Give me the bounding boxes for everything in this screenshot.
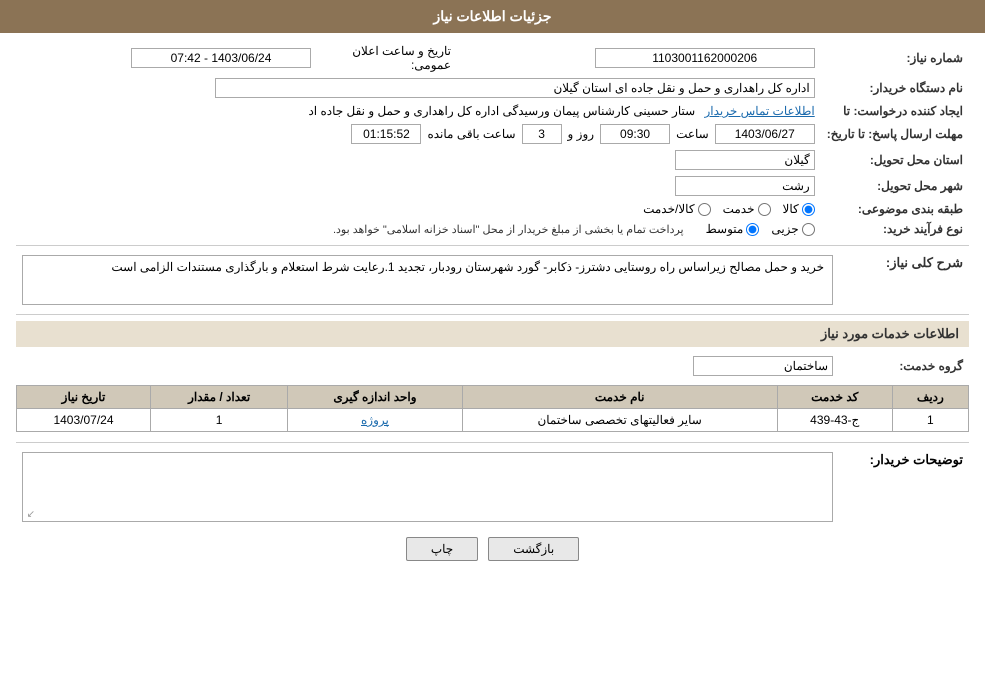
services-section-title: اطلاعات خدمات مورد نیاز [16, 321, 969, 347]
province-input [675, 150, 815, 170]
purchase-medium-label[interactable]: متوسط [706, 222, 760, 236]
city-input [675, 176, 815, 196]
announce-label: تاریخ و ساعت اعلان عمومی: [317, 41, 457, 75]
col-date: تاریخ نیاز [17, 386, 151, 409]
cell-name: سایر فعالیتهای تخصصی ساختمان [462, 409, 777, 432]
purchase-note: پرداخت تمام یا بخشی از مبلغ خریدار از مح… [333, 223, 684, 236]
purchase-type-label: نوع فرآیند خرید: [821, 219, 969, 239]
announce-value: 1403/06/24 - 07:42 [16, 41, 317, 75]
description-table: شرح کلی نیاز: خرید و حمل مصالح زیراساس ر… [16, 252, 969, 308]
service-group-input [693, 356, 833, 376]
category-goods-radio[interactable] [802, 203, 815, 216]
purchase-medium-radio[interactable] [746, 223, 759, 236]
category-row: کالا خدمت کالا/خدمت [16, 199, 821, 219]
purchase-type-row: جزیی متوسط پرداخت تمام یا بخشی از مبلغ خ… [16, 219, 821, 239]
province-value [16, 147, 821, 173]
resize-handle: ↙ [25, 509, 35, 519]
col-code: کد خدمت [777, 386, 892, 409]
category-service-radio[interactable] [758, 203, 771, 216]
page-title: جزئیات اطلاعات نیاز [433, 8, 551, 24]
buyer-notes-table: توضیحات خریدار: ↙ [16, 449, 969, 525]
category-label: طبقه بندی موضوعی: [821, 199, 969, 219]
back-button[interactable]: بازگشت [488, 537, 579, 561]
col-row: ردیف [892, 386, 968, 409]
buyer-org-label: نام دستگاه خریدار: [821, 75, 969, 101]
deadline-label: مهلت ارسال پاسخ: تا تاریخ: [821, 121, 969, 147]
purchase-partial-label[interactable]: جزیی [771, 222, 814, 236]
deadline-remaining-label: ساعت باقی مانده [427, 127, 515, 141]
col-quantity: تعداد / مقدار [150, 386, 287, 409]
buttons-row: بازگشت چاپ [16, 537, 969, 561]
cell-code: ج-43-439 [777, 409, 892, 432]
city-label: شهر محل تحویل: [821, 173, 969, 199]
province-label: استان محل تحویل: [821, 147, 969, 173]
service-group-value [16, 353, 839, 379]
deadline-time-label: ساعت [676, 127, 709, 141]
buyer-notes-box: ↙ [22, 452, 833, 522]
need-number-label: شماره نیاز: [821, 41, 969, 75]
buyer-notes-cell: ↙ [16, 449, 839, 525]
purchase-medium-text: متوسط [706, 222, 744, 236]
buyer-notes-label: توضیحات خریدار: [839, 449, 969, 525]
print-button[interactable]: چاپ [406, 537, 478, 561]
category-goods-text: کالا [783, 202, 799, 216]
description-value: خرید و حمل مصالح زیراساس راه روستایی دشت… [16, 252, 839, 308]
category-both-label[interactable]: کالا/خدمت [643, 202, 710, 216]
creator-label: ایجاد کننده درخواست: تا [821, 101, 969, 121]
description-box: خرید و حمل مصالح زیراساس راه روستایی دشت… [22, 255, 833, 305]
deadline-date-input [715, 124, 815, 144]
description-label: شرح کلی نیاز: [839, 252, 969, 308]
cell-unit[interactable]: پروژه [288, 409, 462, 432]
announce-date-box: 1403/06/24 - 07:42 [131, 48, 311, 68]
city-value [16, 173, 821, 199]
deadline-row: ساعت روز و ساعت باقی مانده [16, 121, 821, 147]
buyer-org-input [215, 78, 815, 98]
purchase-partial-radio[interactable] [802, 223, 815, 236]
deadline-days-input [522, 124, 562, 144]
services-table: ردیف کد خدمت نام خدمت واحد اندازه گیری ت… [16, 385, 969, 432]
category-service-text: خدمت [723, 202, 755, 216]
category-both-text: کالا/خدمت [643, 202, 694, 216]
col-unit: واحد اندازه گیری [288, 386, 462, 409]
deadline-time-input [600, 124, 670, 144]
table-row: 1 ج-43-439 سایر فعالیتهای تخصصی ساختمان … [17, 409, 969, 432]
service-group-label: گروه خدمت: [839, 353, 969, 379]
page-header: جزئیات اطلاعات نیاز [0, 0, 985, 33]
cell-date: 1403/07/24 [17, 409, 151, 432]
category-service-label[interactable]: خدمت [723, 202, 771, 216]
main-info-table: شماره نیاز: تاریخ و ساعت اعلان عمومی: 14… [16, 41, 969, 239]
cell-quantity: 1 [150, 409, 287, 432]
category-goods-label[interactable]: کالا [783, 202, 815, 216]
need-number-value [457, 41, 821, 75]
category-both-radio[interactable] [698, 203, 711, 216]
col-name: نام خدمت [462, 386, 777, 409]
purchase-partial-text: جزیی [771, 222, 798, 236]
deadline-days-label: روز و [568, 127, 595, 141]
buyer-org-value [16, 75, 821, 101]
creator-name: ستار حسینی کارشناس پیمان ورسیدگی اداره ک… [308, 104, 695, 118]
service-group-table: گروه خدمت: [16, 353, 969, 379]
need-number-input [595, 48, 815, 68]
creator-contact-link[interactable]: اطلاعات تماس خریدار [705, 104, 815, 118]
deadline-remaining-input [351, 124, 421, 144]
creator-row: اطلاعات تماس خریدار ستار حسینی کارشناس پ… [16, 101, 821, 121]
cell-row: 1 [892, 409, 968, 432]
